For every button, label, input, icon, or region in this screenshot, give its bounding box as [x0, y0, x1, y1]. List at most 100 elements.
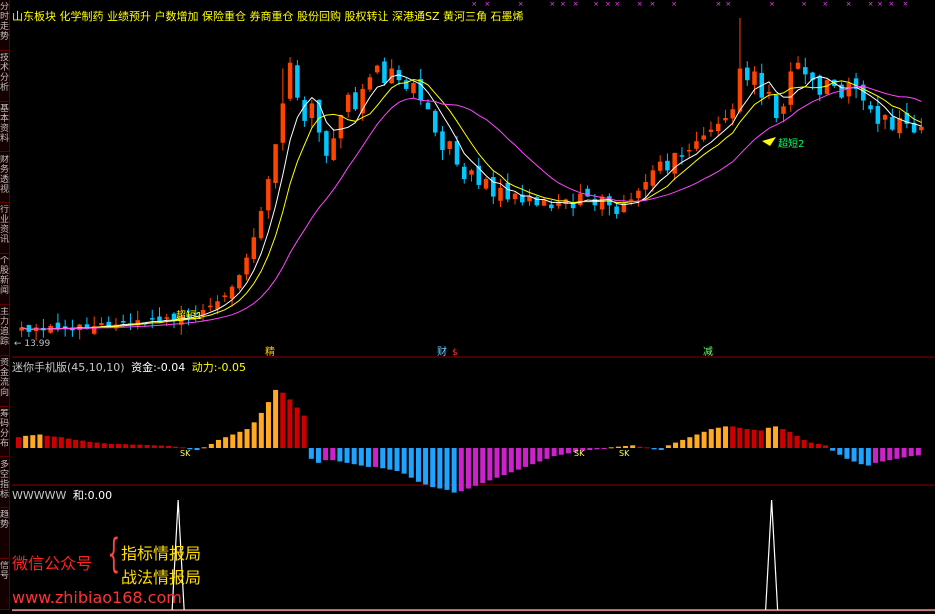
chart-canvas[interactable]: 超短1超短2← 13.99精财 $ 减× × × × × × × × × × × × × × × × × × × × × ×S… — [0, 0, 935, 614]
momentum-bar — [544, 448, 550, 459]
momentum-bar — [637, 446, 643, 448]
candle-body — [208, 305, 213, 308]
momentum-bar — [565, 448, 571, 454]
sidebar-tab-2[interactable]: 基本资料 — [0, 101, 10, 153]
momentum-bar — [865, 448, 871, 466]
candle-body — [730, 109, 735, 119]
momentum-bar — [237, 431, 243, 448]
momentum-bar — [815, 443, 821, 448]
top-mark-icon: × — [903, 0, 909, 8]
candle — [338, 114, 344, 149]
momentum-bar — [123, 444, 129, 448]
momentum-bar — [758, 430, 764, 448]
low-price-label: ← 13.99 — [14, 339, 50, 349]
candle — [403, 77, 409, 92]
candle-body — [55, 322, 61, 329]
candle-body — [715, 123, 721, 132]
momentum-bar — [558, 448, 564, 455]
candle-body — [657, 161, 663, 171]
candle-body — [643, 182, 648, 190]
candle — [273, 144, 278, 189]
event-marker-a: 精 — [265, 345, 275, 358]
candle-body — [454, 141, 460, 165]
momentum-bar — [673, 442, 679, 448]
candle — [803, 57, 808, 85]
candle-body — [614, 206, 619, 214]
candle-body — [120, 320, 126, 323]
candle — [222, 292, 228, 303]
top-mark-icon: × — [518, 0, 524, 8]
momentum-bar — [451, 448, 457, 493]
sidebar-tab-6[interactable]: 主力追踪 — [0, 305, 10, 356]
candle — [157, 307, 162, 323]
sidebar-tab-3[interactable]: 财务透视 — [0, 152, 10, 204]
sidebar-tab-1[interactable]: 技术分析 — [0, 50, 10, 102]
candle-body — [512, 193, 518, 200]
candle — [715, 116, 721, 137]
candle-body — [237, 275, 242, 289]
indicator-name: 迷你手机版(45,10,10) — [12, 361, 125, 374]
candle-body — [382, 61, 387, 84]
sidebar-tab-label: 财务透视 — [0, 154, 9, 195]
candle — [897, 110, 902, 139]
momentum-bar — [551, 448, 557, 457]
momentum-bar — [80, 440, 86, 448]
candle-body — [824, 80, 830, 94]
momentum-bar — [115, 443, 121, 448]
momentum-bar — [223, 437, 229, 448]
sidebar-tab-11[interactable]: 信号 — [0, 559, 10, 610]
momentum-bar — [358, 448, 364, 466]
signal1-label: 超短1 — [176, 309, 202, 322]
sidebar-tab-0[interactable]: 分时走势 — [0, 0, 10, 51]
candle — [657, 155, 663, 174]
stock-chart-window: 超短1 超短2 ← 13.99 精财 $ 减 × × × × × × × × × × × × × × × × × × × × × × S… — [0, 0, 935, 614]
momentum-bar — [908, 448, 914, 457]
sidebar-tab-8[interactable]: 筹码分布 — [0, 406, 10, 458]
sidebar-tab-5[interactable]: 个股新闻 — [0, 254, 10, 305]
candle — [694, 131, 699, 152]
momentum-bar — [823, 445, 829, 448]
momentum-bar — [130, 444, 136, 448]
candle-body — [672, 152, 677, 174]
candle — [890, 108, 895, 131]
momentum-bar — [873, 448, 879, 463]
signal-header: WWWWW 和:0.00 — [12, 487, 112, 503]
momentum-bar — [280, 392, 286, 448]
watermark-line2: 战法情报局 — [121, 568, 202, 587]
momentum-bar — [437, 448, 443, 489]
candle-body — [229, 286, 235, 299]
momentum-bar — [780, 429, 786, 448]
top-mark-icon: × — [637, 0, 643, 8]
momentum-bar — [658, 448, 664, 451]
sidebar-tab-4[interactable]: 行业资讯 — [0, 203, 10, 255]
momentum-bar — [665, 445, 671, 448]
momentum-bar — [744, 429, 750, 448]
sidebar-tab-9[interactable]: 多空指标 — [0, 457, 10, 509]
momentum-bar — [65, 438, 71, 448]
candle — [374, 64, 380, 75]
candle-body — [222, 295, 228, 298]
candle — [77, 323, 82, 340]
momentum-bar — [87, 441, 93, 448]
top-mark-icon: × — [725, 0, 731, 8]
sum-value: 0.00 — [87, 489, 113, 502]
candle — [723, 109, 728, 124]
candle — [614, 203, 619, 219]
candle-body — [26, 325, 32, 332]
candle-body — [817, 75, 823, 95]
sidebar-tab-10[interactable]: 趋势 — [0, 508, 10, 560]
candle-body — [744, 67, 750, 81]
sidebar-tab-label: 多空指标 — [0, 459, 9, 500]
momentum-bar — [215, 439, 221, 448]
candle — [701, 126, 706, 143]
candle — [353, 86, 358, 112]
momentum-bar — [23, 435, 29, 448]
top-mark-icon: × — [889, 0, 895, 8]
candle-body — [338, 115, 344, 139]
candle — [99, 317, 104, 326]
top-mark-icon: × — [593, 0, 599, 8]
momentum-bar — [494, 448, 500, 478]
candle-body — [367, 77, 373, 90]
candle-body — [868, 105, 873, 110]
sidebar-tab-7[interactable]: 资金流向 — [0, 355, 10, 407]
